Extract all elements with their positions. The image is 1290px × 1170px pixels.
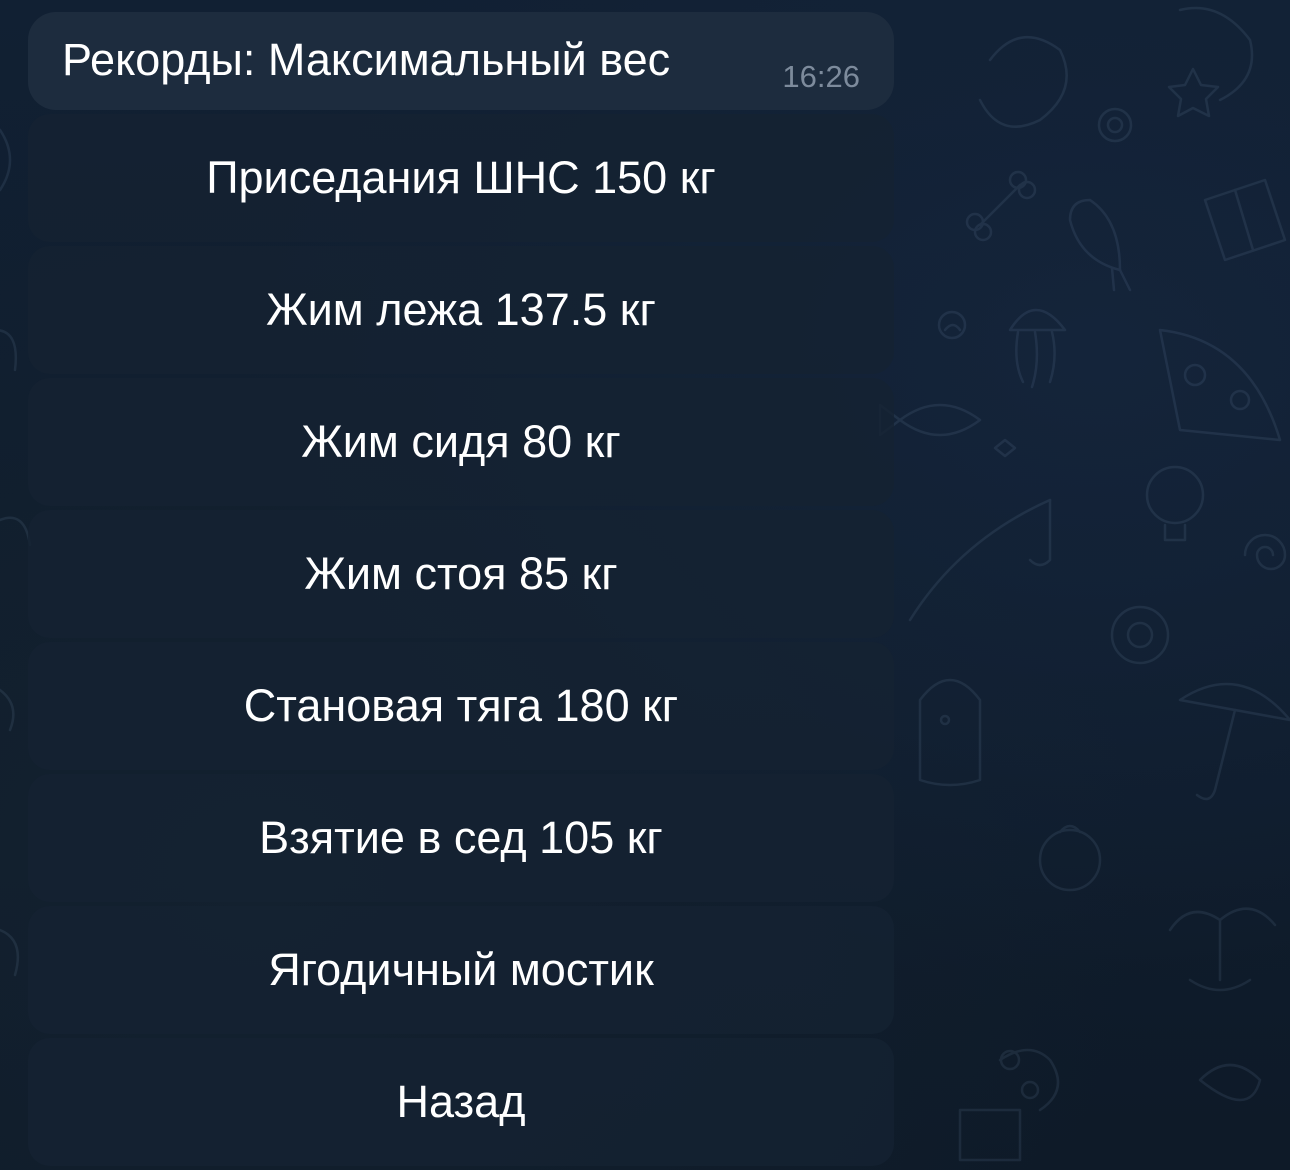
bench-press-record-button[interactable]: Жим лежа 137.5 кг [28,246,894,374]
message-bubble: Рекорды: Максимальный вес 16:26 [28,12,894,110]
message-container: Рекорды: Максимальный вес 16:26 Приседан… [28,12,894,1166]
message-text: Рекорды: Максимальный вес [62,34,671,85]
back-button[interactable]: Назад [28,1038,894,1166]
standing-press-record-button[interactable]: Жим стоя 85 кг [28,510,894,638]
seated-press-record-button[interactable]: Жим сидя 80 кг [28,378,894,506]
glute-bridge-button[interactable]: Ягодичный мостик [28,906,894,1034]
deadlift-record-button[interactable]: Становая тяга 180 кг [28,642,894,770]
squat-clean-record-button[interactable]: Взятие в сед 105 кг [28,774,894,902]
inline-keyboard: Приседания ШНС 150 кг Жим лежа 137.5 кг … [28,114,894,1166]
squat-record-button[interactable]: Приседания ШНС 150 кг [28,114,894,242]
message-timestamp: 16:26 [782,59,860,94]
